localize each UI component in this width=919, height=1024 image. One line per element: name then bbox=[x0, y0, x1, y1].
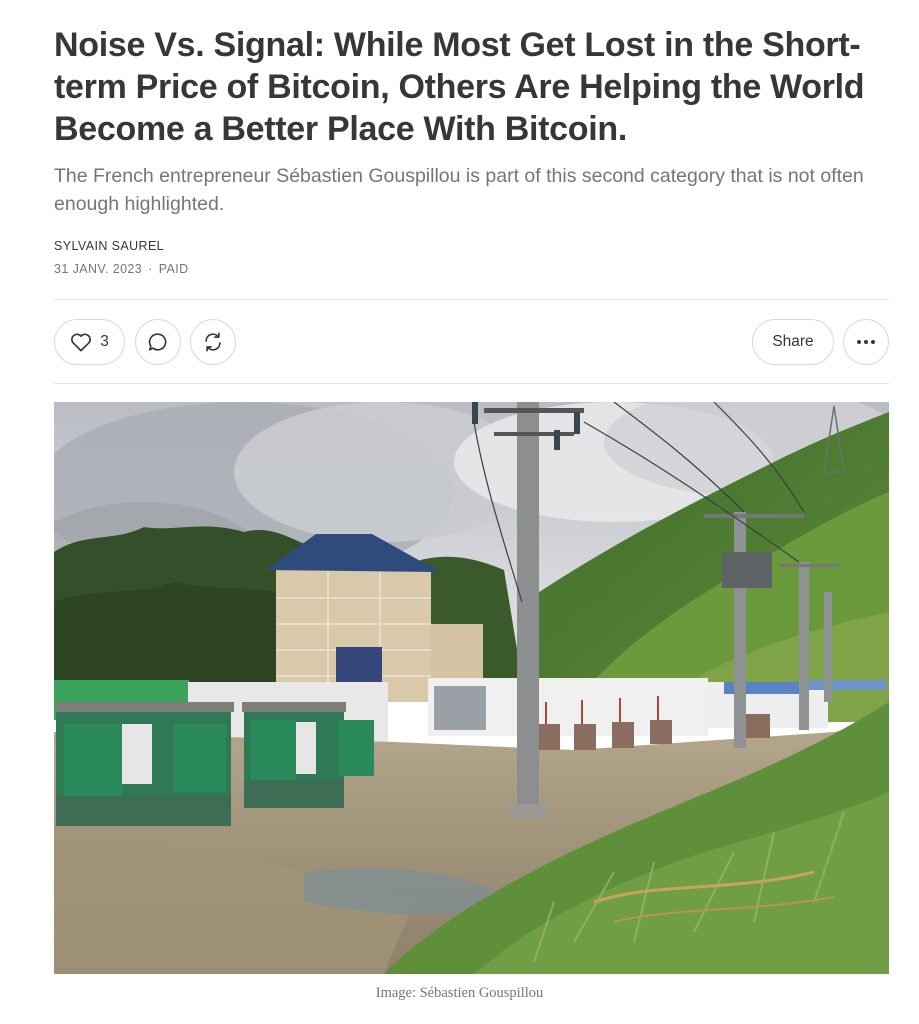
divider-top bbox=[54, 299, 889, 300]
share-label: Share bbox=[772, 333, 814, 350]
speech-bubble-icon bbox=[147, 331, 169, 353]
divider-bottom bbox=[54, 383, 889, 384]
post-subtitle: The French entrepreneur Sébastien Gouspi… bbox=[54, 165, 864, 215]
ellipsis-icon bbox=[856, 339, 876, 345]
image-caption: Image: Sébastien Gouspillou bbox=[375, 985, 544, 1001]
share-button[interactable]: Share bbox=[752, 319, 834, 365]
heart-icon bbox=[70, 332, 92, 352]
author-name[interactable]: SYLVAIN SAUREL bbox=[54, 239, 164, 253]
post-meta: 31 JANV. 2023 · PAID bbox=[54, 262, 189, 276]
meta-separator: · bbox=[148, 262, 153, 276]
restack-arrows-icon bbox=[202, 331, 224, 353]
comment-button[interactable] bbox=[135, 319, 181, 365]
like-count: 3 bbox=[100, 333, 109, 350]
post-date: 31 JANV. 2023 bbox=[54, 262, 143, 276]
more-options-button[interactable] bbox=[843, 319, 889, 365]
post-title: Noise Vs. Signal: While Most Get Lost in… bbox=[54, 26, 865, 148]
restack-button[interactable] bbox=[190, 319, 236, 365]
like-button[interactable]: 3 bbox=[54, 319, 125, 365]
article-photo[interactable] bbox=[54, 402, 889, 974]
access-badge: PAID bbox=[158, 262, 189, 276]
